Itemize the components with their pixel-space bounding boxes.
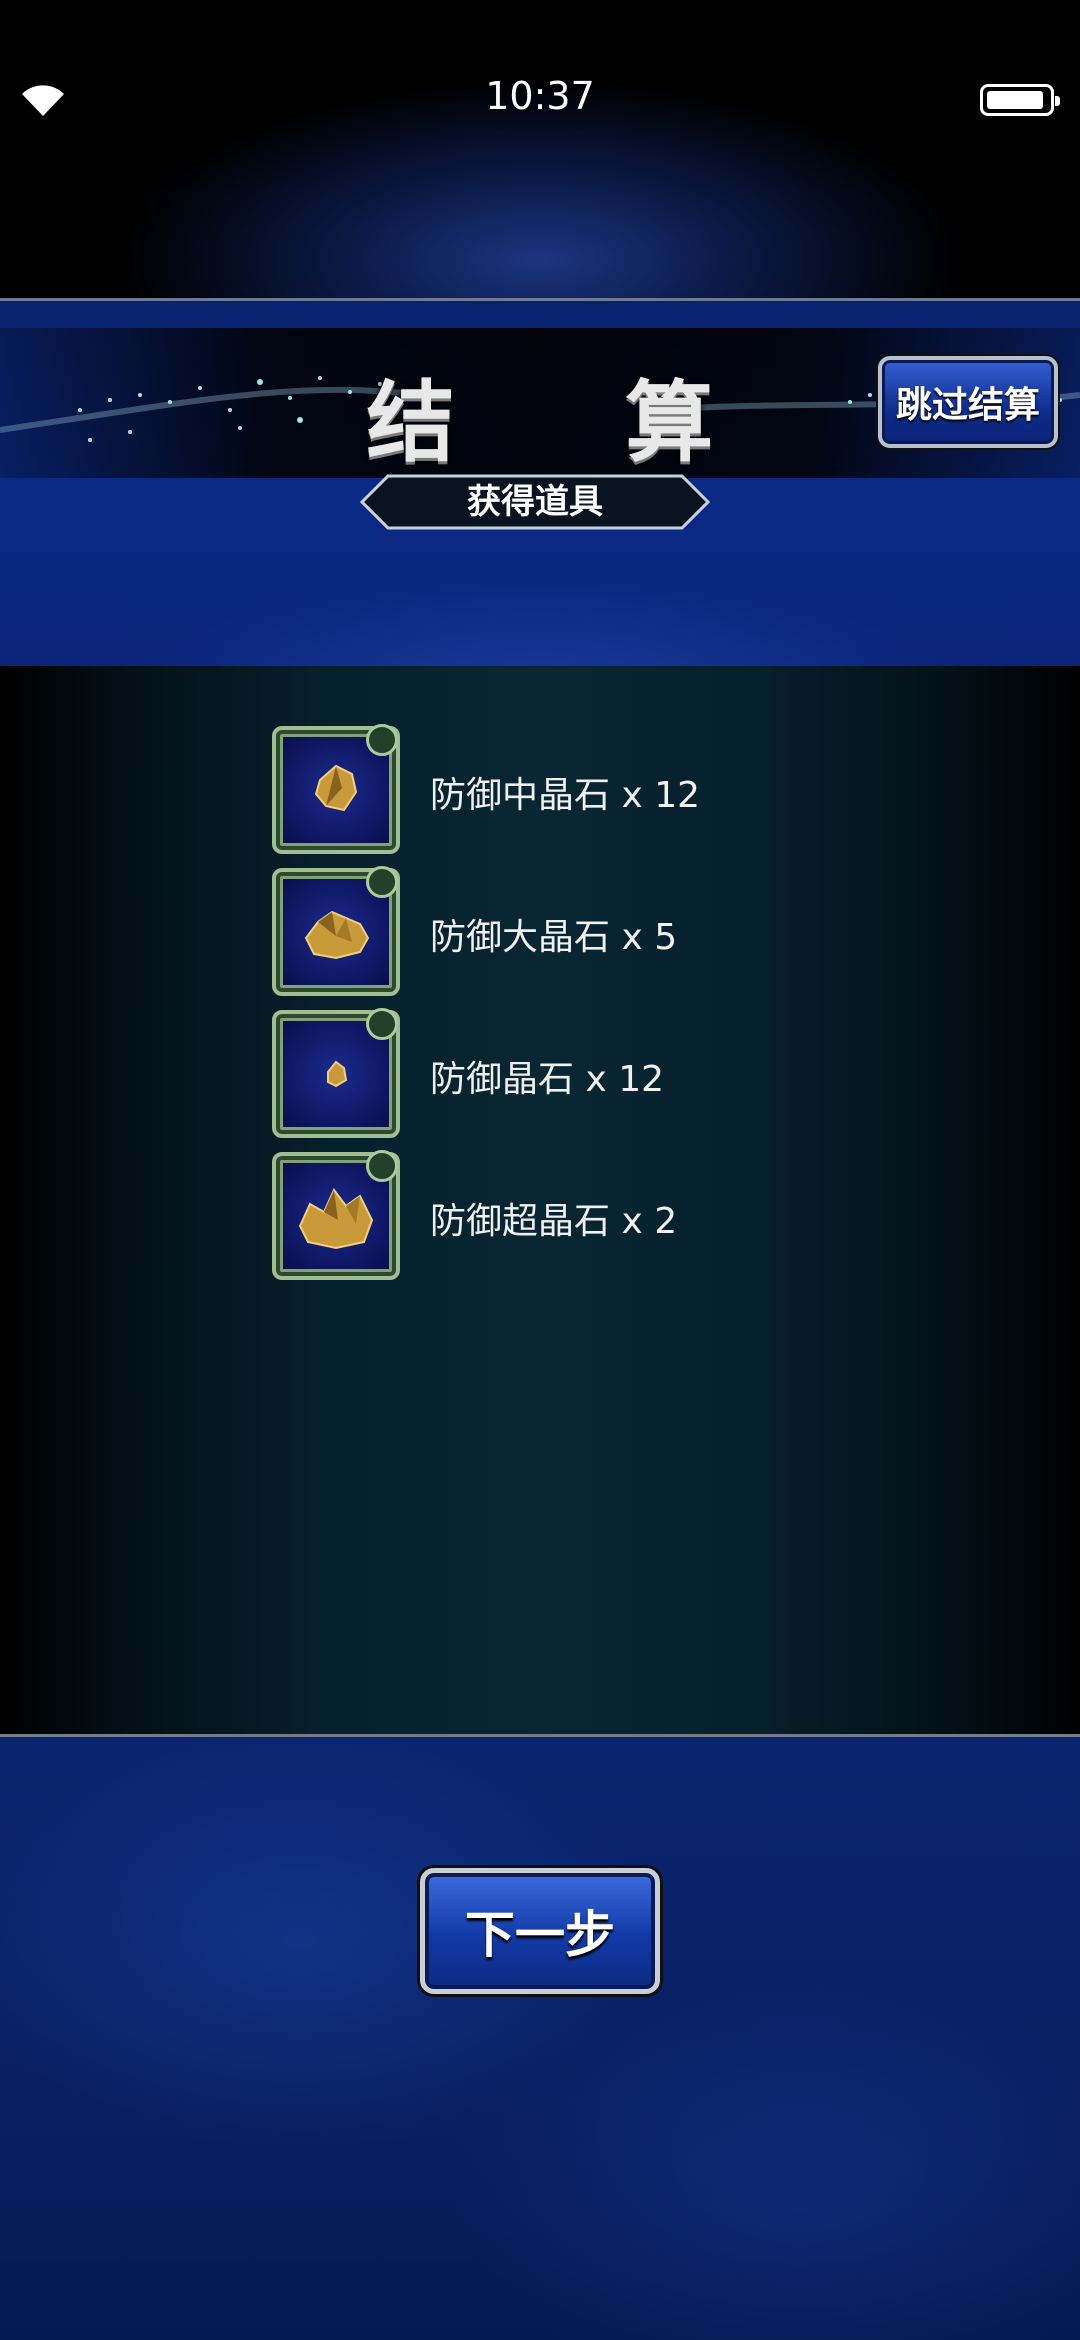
list-item[interactable]: 防御大晶石 x 5 <box>272 866 832 998</box>
crystal-large-icon <box>304 910 370 960</box>
item-frame <box>272 866 400 996</box>
next-step-button[interactable]: 下一步 <box>420 1868 660 1994</box>
battery-icon <box>980 84 1060 116</box>
status-time: 10:37 <box>485 74 595 118</box>
item-label: 防御大晶石 x 5 <box>430 917 678 958</box>
list-item[interactable]: 防御中晶石 x 12 <box>272 724 832 856</box>
item-label: 防御晶石 x 12 <box>430 1059 665 1100</box>
item-frame <box>272 1150 400 1280</box>
bottom-background <box>0 1737 1080 2340</box>
subtitle-label: 获得道具 <box>467 482 603 522</box>
crystal-medium-icon <box>314 764 358 812</box>
item-frame <box>272 724 400 854</box>
crystal-small-icon <box>327 1060 348 1088</box>
status-bar: 10:37 <box>0 0 1080 200</box>
skip-settlement-button[interactable]: 跳过结算 <box>878 356 1058 448</box>
item-label: 防御中晶石 x 12 <box>430 775 701 816</box>
list-item[interactable]: 防御晶石 x 12 <box>272 1008 832 1140</box>
item-frame <box>272 1008 400 1138</box>
list-item[interactable]: 防御超晶石 x 2 <box>272 1150 832 1282</box>
crystal-super-icon <box>298 1188 374 1250</box>
item-label: 防御超晶石 x 2 <box>430 1201 678 1242</box>
